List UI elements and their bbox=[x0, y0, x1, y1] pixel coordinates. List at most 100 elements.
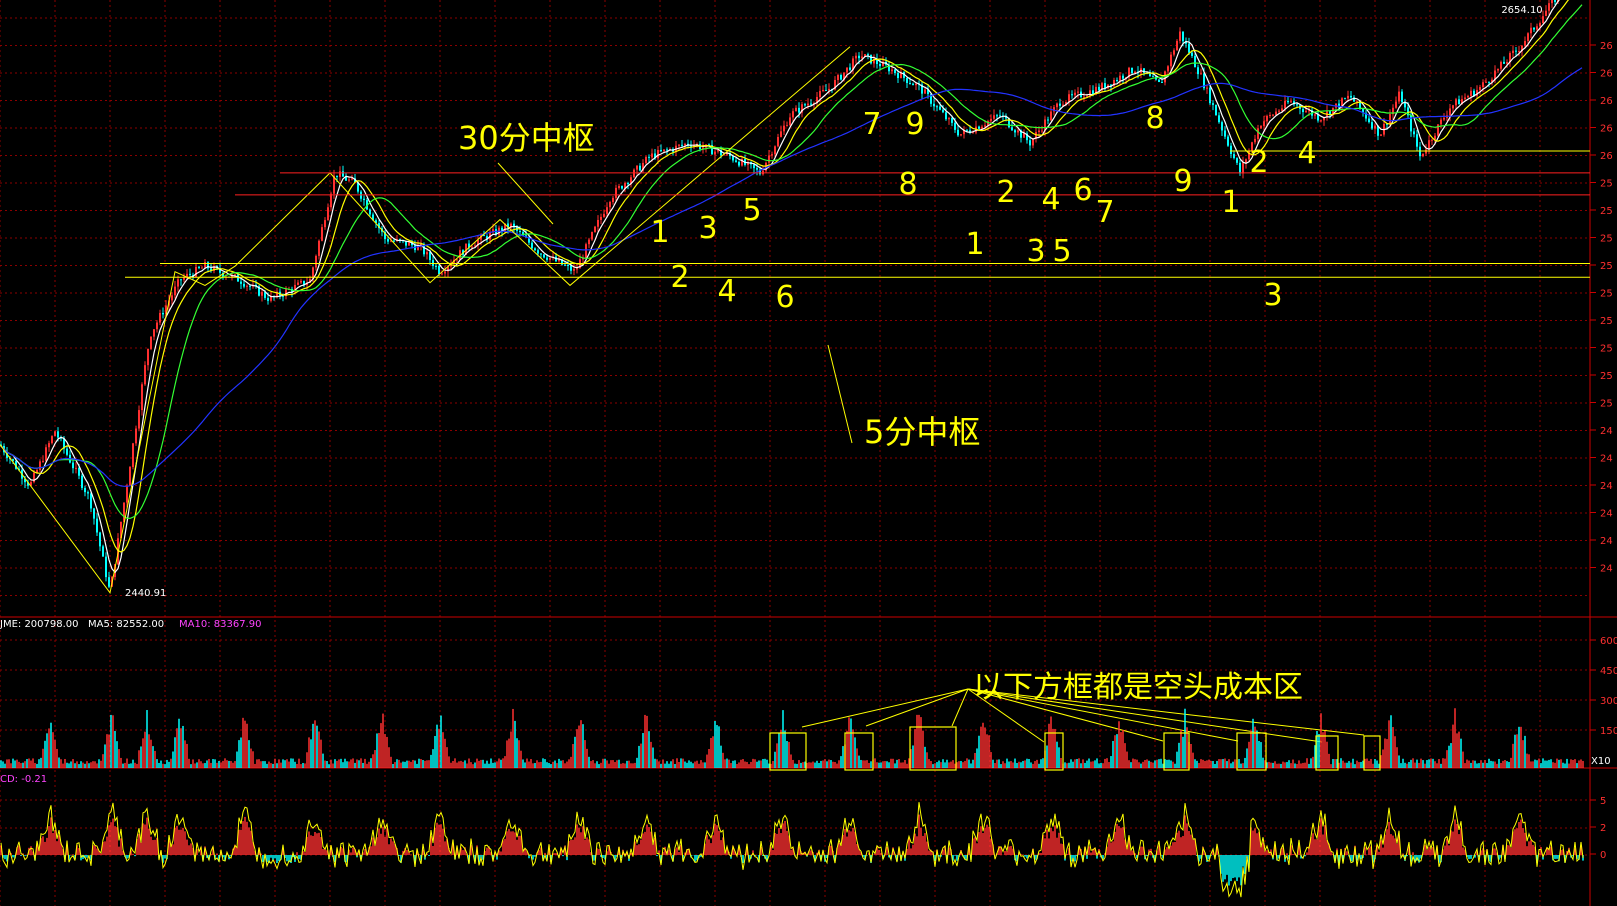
candle-body-up bbox=[1179, 31, 1181, 41]
candle-body-up bbox=[135, 428, 137, 444]
candle-body-down bbox=[879, 64, 881, 67]
stock-chart: 1234567891234567891234 26262626262525252… bbox=[0, 0, 1617, 906]
candle-body-down bbox=[1368, 118, 1370, 123]
candle-body-down bbox=[249, 285, 251, 287]
wave-label: 9 bbox=[1173, 164, 1192, 199]
candle-body-up bbox=[441, 273, 443, 275]
candle-body-down bbox=[1116, 80, 1118, 82]
wave-label: 1 bbox=[1221, 185, 1240, 220]
candle-body-up bbox=[1356, 100, 1358, 102]
wave-label: 8 bbox=[898, 167, 917, 202]
candle-body-down bbox=[825, 89, 827, 91]
candle-body-down bbox=[1194, 55, 1196, 68]
candle-body-up bbox=[1170, 54, 1172, 67]
arrow-30min bbox=[497, 162, 554, 225]
candle-body-up bbox=[855, 55, 857, 59]
candle-body-down bbox=[243, 283, 245, 287]
candle-body-down bbox=[945, 112, 947, 120]
price-tick-label: 26 bbox=[1600, 69, 1613, 80]
candle-body-up bbox=[426, 252, 428, 255]
candle-body-down bbox=[1011, 127, 1013, 131]
candle-body-up bbox=[576, 268, 578, 270]
wave-label: 7 bbox=[862, 107, 881, 142]
volume-tick-label: 150 bbox=[1600, 726, 1617, 737]
candle-body-down bbox=[240, 281, 242, 284]
candle-body-up bbox=[777, 136, 779, 147]
candle-body-up bbox=[651, 153, 653, 158]
candle-body-down bbox=[1014, 130, 1016, 133]
candle-body-up bbox=[663, 149, 665, 152]
wave-label: 3 bbox=[698, 211, 717, 246]
volume-legend: JME: 200798.00 bbox=[0, 619, 79, 630]
candle-body-down bbox=[1224, 130, 1226, 137]
candle-body-down bbox=[933, 103, 935, 107]
arrow-cost-zone bbox=[801, 688, 969, 728]
candle-body-up bbox=[300, 280, 302, 283]
candle-body-down bbox=[942, 109, 944, 113]
candle-body-up bbox=[1314, 114, 1316, 116]
candle-body-up bbox=[1425, 149, 1427, 154]
candle-body-up bbox=[1443, 117, 1445, 120]
candle-body-down bbox=[108, 577, 110, 587]
price-tick-label: 25 bbox=[1600, 179, 1613, 190]
candle-body-up bbox=[783, 125, 785, 132]
candle-body-down bbox=[1488, 81, 1490, 83]
candle-body-down bbox=[93, 508, 95, 519]
candle-body-down bbox=[429, 252, 431, 261]
candle-body-down bbox=[1233, 154, 1235, 159]
candle-body-up bbox=[1428, 140, 1430, 150]
candle-body-up bbox=[153, 329, 155, 337]
candle-body-up bbox=[807, 103, 809, 106]
candle-body-up bbox=[972, 132, 974, 134]
candle-body-down bbox=[909, 82, 911, 84]
candle-body-up bbox=[1278, 110, 1280, 112]
candle-body-up bbox=[1545, 10, 1547, 17]
candle-body-down bbox=[1230, 145, 1232, 155]
price-tick-label: 25 bbox=[1600, 316, 1613, 327]
candle-body-up bbox=[1506, 62, 1508, 64]
candle-body-up bbox=[318, 240, 320, 256]
ma20-line bbox=[0, 4, 1583, 520]
candle-body-down bbox=[81, 475, 83, 488]
wave-label: 7 bbox=[1095, 195, 1114, 230]
candle-body-up bbox=[75, 467, 77, 469]
candle-body-up bbox=[915, 83, 917, 86]
candle-body-up bbox=[1041, 130, 1043, 132]
candle-body-down bbox=[1515, 50, 1517, 52]
candle-body-up bbox=[1272, 114, 1274, 116]
candle-body-up bbox=[174, 286, 176, 296]
candle-body-down bbox=[897, 73, 899, 79]
candle-body-up bbox=[1431, 139, 1433, 141]
price-low-label: 2440.91 bbox=[125, 588, 166, 599]
candle-body-down bbox=[621, 186, 623, 189]
candle-body-up bbox=[147, 348, 149, 366]
candle-body-up bbox=[780, 131, 782, 137]
price-tick-label: 26 bbox=[1600, 96, 1613, 107]
candle-body-down bbox=[198, 266, 200, 268]
candle-body-up bbox=[618, 186, 620, 188]
candle-body-up bbox=[861, 56, 863, 59]
candle-body-down bbox=[363, 198, 365, 201]
wave-label: 4 bbox=[1297, 136, 1316, 171]
candle-body-up bbox=[1455, 99, 1457, 106]
candle-body-up bbox=[339, 171, 341, 177]
candle-body-down bbox=[1191, 52, 1193, 56]
candle-body-up bbox=[246, 285, 248, 287]
candle-body-down bbox=[72, 462, 74, 469]
candle-body-up bbox=[1470, 90, 1472, 96]
candle-body-up bbox=[549, 257, 551, 260]
candle-body-down bbox=[435, 265, 437, 267]
candle-body-down bbox=[1416, 134, 1418, 147]
candle-body-down bbox=[567, 265, 569, 267]
candle-body-up bbox=[1389, 114, 1391, 125]
wave-label: 4 bbox=[717, 274, 736, 309]
candle-body-down bbox=[540, 253, 542, 255]
candle-body-up bbox=[1497, 68, 1499, 71]
price-tick-label: 25 bbox=[1600, 206, 1613, 217]
candle-body-up bbox=[1284, 100, 1286, 109]
candle-body-up bbox=[1263, 121, 1265, 126]
candle-body-up bbox=[1347, 95, 1349, 99]
candle-body-down bbox=[162, 312, 164, 315]
candle-body-up bbox=[678, 144, 680, 146]
price-tick-label: 26 bbox=[1600, 124, 1613, 135]
